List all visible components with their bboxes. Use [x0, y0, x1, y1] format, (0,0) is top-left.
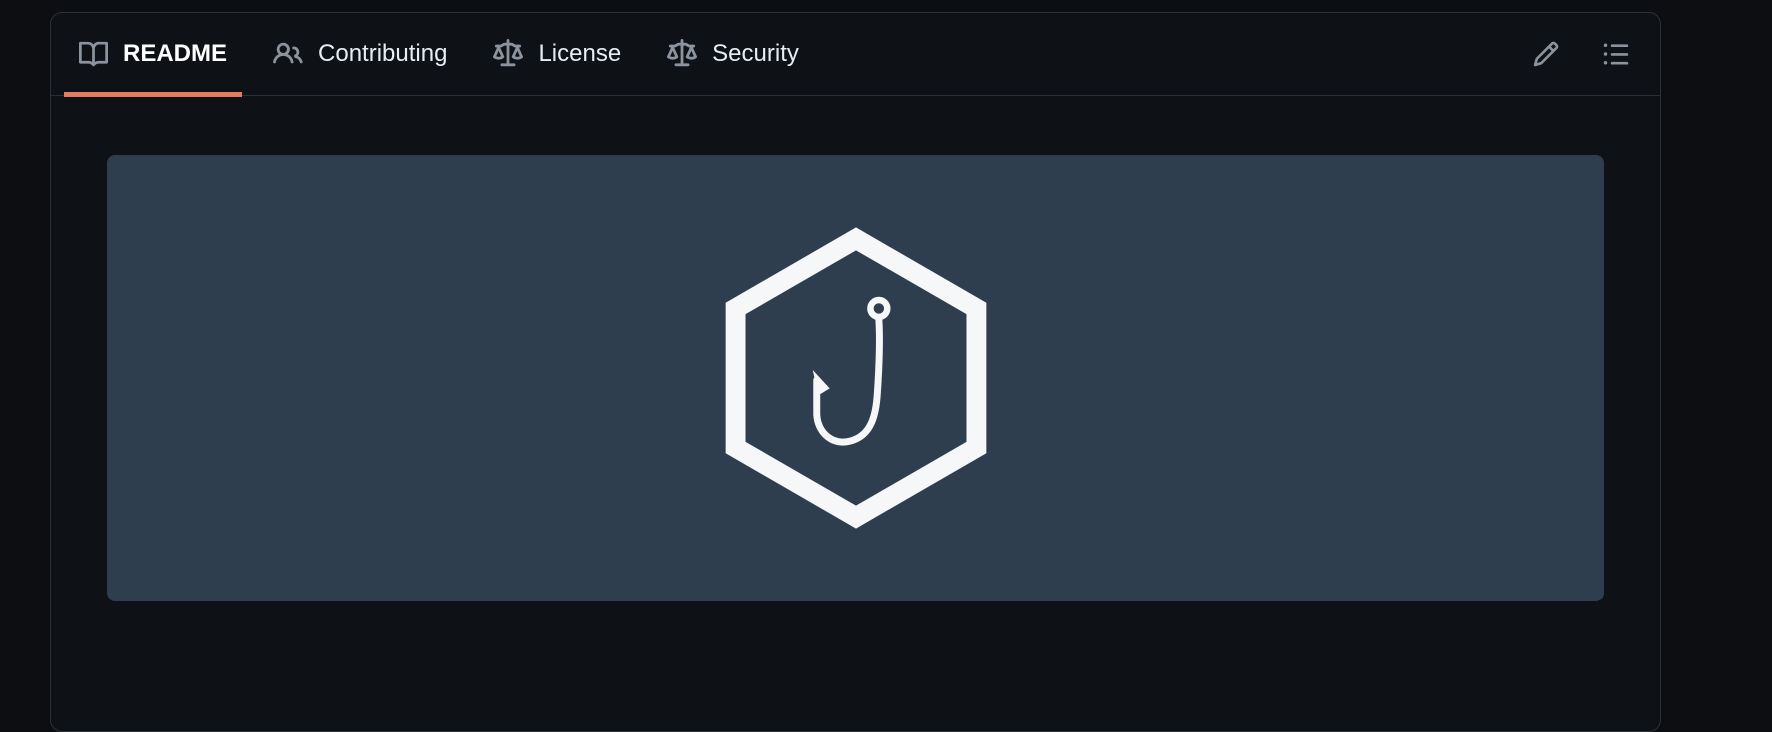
- outline-button[interactable]: [1596, 34, 1636, 74]
- tab-security-label: Security: [712, 40, 799, 68]
- tab-contributing-label: Contributing: [318, 40, 447, 68]
- tab-readme[interactable]: README: [64, 13, 242, 95]
- readme-content: [51, 96, 1660, 601]
- tab-license-label: License: [538, 40, 621, 68]
- law-icon: [667, 39, 697, 69]
- readme-banner-image: [107, 155, 1604, 601]
- tab-readme-label: README: [123, 40, 227, 68]
- readme-panel: README Contributing License Security: [50, 12, 1661, 732]
- edit-readme-button[interactable]: [1526, 34, 1566, 74]
- law-icon: [493, 39, 523, 69]
- book-icon: [79, 40, 108, 69]
- list-unordered-icon: [1602, 40, 1630, 68]
- tab-license[interactable]: License: [478, 13, 636, 95]
- readme-tabbar: README Contributing License Security: [51, 13, 1660, 96]
- tab-security[interactable]: Security: [652, 13, 814, 95]
- people-icon: [273, 39, 303, 69]
- active-tab-underline: [64, 92, 242, 97]
- tab-contributing[interactable]: Contributing: [258, 13, 462, 95]
- hexagon-fish-hook-logo: [702, 224, 1010, 532]
- pencil-icon: [1532, 40, 1560, 68]
